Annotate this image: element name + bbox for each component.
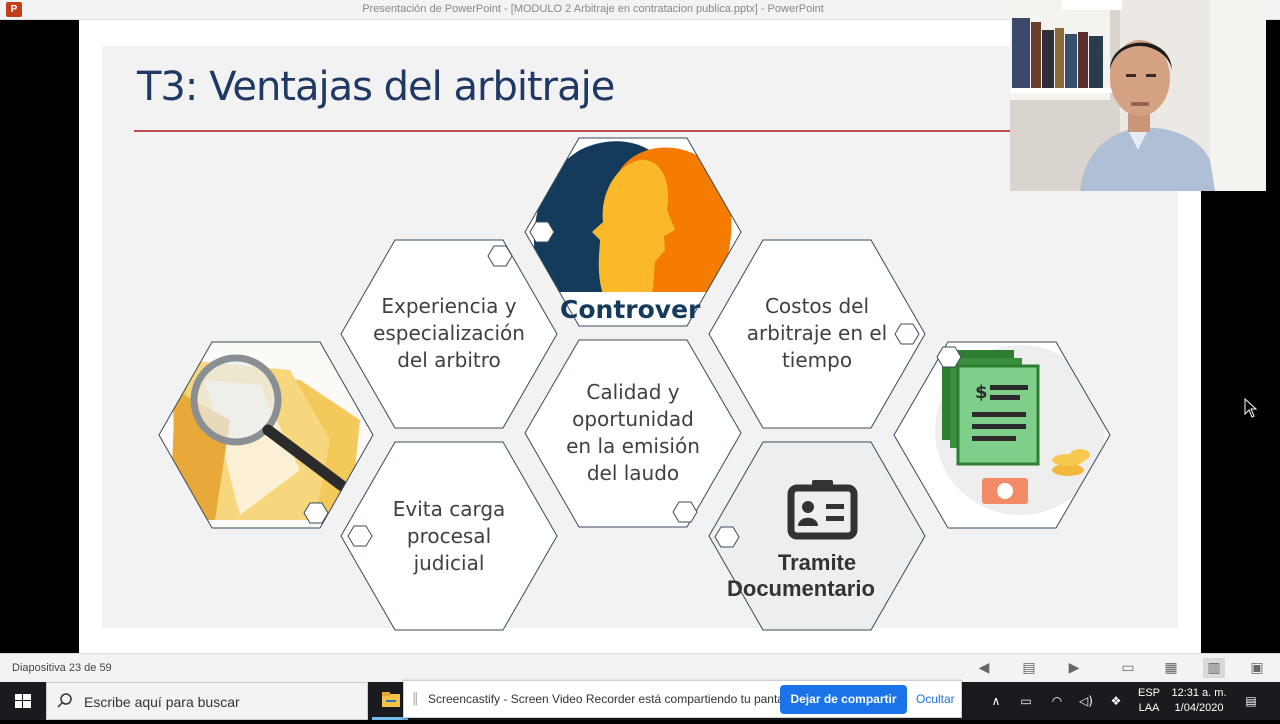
slideshow-icon[interactable]: ▣	[1246, 658, 1268, 678]
network-icon[interactable]: ◠	[1046, 682, 1068, 720]
notification-center-icon[interactable]: ▤	[1238, 682, 1264, 720]
text-line: Evita carga	[392, 497, 506, 521]
text-experiencia: Experiencia y especialización del arbitr…	[359, 293, 539, 374]
money-documents-image[interactable]: $	[893, 341, 1111, 529]
folder-magnifier-image[interactable]	[150, 340, 380, 530]
share-message: Screencastify - Screen Video Recorder es…	[428, 692, 800, 706]
screen-share-notification: ‖ Screencastify - Screen Video Recorder …	[403, 680, 962, 718]
text-line: tiempo	[781, 348, 853, 372]
text-line: en la emisión	[566, 434, 700, 458]
clock-time: 12:31 a. m.	[1171, 687, 1227, 699]
svg-text:$: $	[975, 382, 988, 403]
language-code: ESP	[1137, 687, 1160, 699]
search-placeholder: Escribe aquí para buscar	[84, 694, 240, 710]
normal-view-icon[interactable]: ▭	[1117, 658, 1139, 678]
text-line: del arbitro	[397, 348, 501, 372]
text-line: arbitraje en el	[746, 321, 888, 345]
mouse-cursor-icon	[1244, 398, 1258, 418]
show-hidden-icons[interactable]: ∧	[986, 682, 1006, 720]
battery-icon[interactable]: ▭	[1015, 682, 1037, 720]
windows-logo-icon	[15, 694, 31, 708]
text-line: procesal	[406, 524, 492, 548]
notes-icon[interactable]: ▤	[1018, 658, 1040, 678]
next-slide-icon[interactable]: ▶	[1063, 658, 1085, 678]
tramite-caption-line2: Documentario	[727, 576, 875, 601]
text-line: especialización	[373, 321, 525, 345]
text-line: oportunidad	[572, 407, 694, 431]
text-line: del laudo	[586, 461, 680, 485]
volume-icon[interactable]: ◁)	[1075, 682, 1097, 720]
controversy-caption: Controver	[560, 295, 701, 324]
text-line: Calidad y	[586, 380, 680, 404]
stop-sharing-button[interactable]: Dejar de compartir	[780, 685, 907, 714]
slide-counter: Diapositiva 23 de 59	[12, 662, 112, 674]
text-line: Experiencia y	[381, 294, 517, 318]
text-line: Costos del	[764, 294, 870, 318]
text-line: judicial	[413, 551, 485, 575]
webcam-overlay	[1010, 0, 1266, 191]
hide-button[interactable]: Ocultar	[916, 692, 955, 706]
drag-handle-icon[interactable]: ‖	[412, 691, 419, 706]
slide-sorter-icon[interactable]: ▦	[1160, 658, 1182, 678]
dropbox-icon[interactable]: ❖	[1105, 682, 1127, 720]
language-layout: LAA	[1138, 702, 1160, 714]
language-indicator[interactable]: ESP LAA	[1133, 686, 1165, 716]
search-icon	[57, 693, 72, 708]
taskbar-clock[interactable]: 12:31 a. m. 1/04/2020	[1168, 686, 1230, 716]
clock-date: 1/04/2020	[1174, 702, 1224, 714]
reading-view-icon[interactable]: ▥	[1203, 658, 1225, 678]
previous-slide-icon[interactable]: ◀	[973, 658, 995, 678]
status-bar: Diapositiva 23 de 59 ◀ ▤ ▶ ▭ ▦ ▥ ▣	[0, 653, 1280, 682]
text-calidad: Calidad y oportunidad en la emisión del …	[543, 379, 723, 487]
tramite-caption-line1: Tramite	[777, 550, 857, 575]
text-costos: Costos del arbitraje en el tiempo	[727, 293, 907, 374]
taskbar-search-box[interactable]: Escribe aquí para buscar	[46, 682, 368, 720]
start-button[interactable]	[0, 682, 46, 720]
text-evita: Evita carga procesal judicial	[359, 496, 539, 577]
